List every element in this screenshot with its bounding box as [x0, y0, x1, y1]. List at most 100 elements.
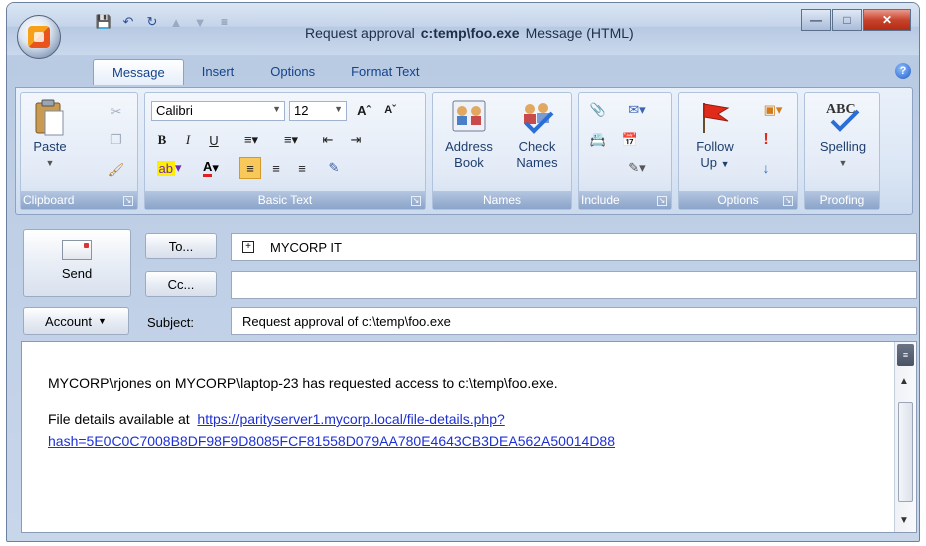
address-book-icon: [450, 99, 488, 135]
attach-file-icon[interactable]: 📎: [587, 99, 609, 121]
address-book-button[interactable]: Address Book: [437, 99, 501, 171]
details-link-part-2[interactable]: hash=5E0C0C7008B8DF98F9D8085FCF81558D079…: [48, 433, 615, 449]
tab-insert[interactable]: Insert: [184, 59, 253, 85]
to-button[interactable]: To...: [145, 233, 217, 259]
check-names-label-2: Names: [516, 155, 558, 170]
align-left-icon[interactable]: ≡: [239, 157, 261, 179]
options-group: Follow Up ▼ ▣▾ ! ↓ Options ↘: [678, 92, 798, 210]
title-prefix: Request approval: [305, 25, 415, 41]
categorize-icon[interactable]: ▣▾: [755, 99, 791, 121]
basic-text-launcher-icon[interactable]: ↘: [411, 196, 421, 206]
office-button[interactable]: [17, 15, 61, 59]
italic-icon[interactable]: I: [177, 129, 199, 151]
spelling-button[interactable]: ABC Spelling ▼: [809, 99, 877, 171]
quick-access-toolbar: 💾 ↶ ↻ ▲ ▼ ≡: [95, 11, 228, 33]
proofing-group-label: Proofing: [805, 191, 879, 209]
align-right-icon[interactable]: ≡: [291, 157, 313, 179]
high-importance-icon[interactable]: !: [755, 129, 777, 151]
send-button[interactable]: Send: [23, 229, 131, 297]
options-launcher-icon[interactable]: ↘: [783, 196, 793, 206]
include-launcher-icon[interactable]: ↘: [657, 196, 667, 206]
scroll-thumb[interactable]: [898, 402, 913, 502]
minimize-button[interactable]: —: [801, 9, 831, 31]
tab-format-text[interactable]: Format Text: [333, 59, 437, 85]
options-group-label: Options: [679, 191, 797, 209]
names-group-label: Names: [433, 191, 571, 209]
grow-font-icon[interactable]: Aˆ: [353, 99, 375, 121]
address-book-label-2: Book: [454, 155, 484, 170]
paste-button[interactable]: Paste ▼: [29, 99, 71, 171]
low-importance-icon[interactable]: ↓: [755, 157, 777, 179]
expand-group-icon[interactable]: +: [242, 241, 254, 253]
cc-field[interactable]: [231, 271, 917, 299]
maximize-button[interactable]: □: [832, 9, 862, 31]
clipboard-launcher-icon[interactable]: ↘: [123, 196, 133, 206]
cc-button[interactable]: Cc...: [145, 271, 217, 297]
ribbon-tabs: Message Insert Options Format Text: [93, 59, 437, 85]
spelling-label: Spelling: [819, 139, 867, 154]
save-icon[interactable]: 💾: [95, 13, 113, 31]
undo-icon[interactable]: ↶: [119, 13, 137, 31]
svg-text:ABC: ABC: [826, 102, 856, 117]
account-button[interactable]: Account ▼: [23, 307, 129, 335]
shrink-font-icon[interactable]: Aˇ: [379, 99, 401, 121]
ribbon: Paste ▼ ✂ ❐ 🖌 Clipboard ↘ Calibri ▼ 12 ▼ A…: [15, 87, 913, 215]
clipboard-group: Paste ▼ ✂ ❐ 🖌 Clipboard ↘: [20, 92, 138, 210]
details-label: File details available at: [48, 411, 190, 427]
body-details: File details available at https://parity…: [48, 408, 868, 452]
font-name-select[interactable]: Calibri ▼: [151, 101, 285, 121]
send-label: Send: [61, 266, 93, 281]
check-names-button[interactable]: Check Names: [505, 99, 569, 171]
follow-up-label-1: Follow: [696, 139, 734, 154]
redo-icon[interactable]: ↻: [143, 13, 161, 31]
vertical-scrollbar[interactable]: ≡ ▲ ▼: [894, 342, 916, 532]
next-item-icon[interactable]: ▼: [191, 13, 209, 31]
body-line-1: MYCORP\rjones on MYCORP\laptop-23 has re…: [48, 375, 558, 391]
bold-icon[interactable]: B: [151, 129, 173, 151]
details-link-part-1[interactable]: https://parityserver1.mycorp.local/file-…: [197, 411, 504, 427]
names-group: Address Book Check Names Names: [432, 92, 572, 210]
highlight-icon[interactable]: ab ▾: [151, 157, 187, 179]
numbering-icon[interactable]: ≡▾: [273, 129, 309, 151]
to-field[interactable]: + MYCORP IT: [231, 233, 917, 261]
align-center-icon[interactable]: ≡: [265, 157, 287, 179]
tab-options[interactable]: Options: [252, 59, 333, 85]
send-envelope-icon: [62, 240, 92, 260]
paste-label: Paste: [33, 139, 67, 154]
message-body-text: MYCORP\rjones on MYCORP\laptop-23 has re…: [48, 372, 868, 466]
outlook-message-window: 💾 ↶ ↻ ▲ ▼ ≡ Request approval c:temp\foo.…: [6, 2, 920, 542]
help-icon[interactable]: ?: [895, 63, 911, 79]
basic-text-group-label: Basic Text: [145, 191, 425, 209]
subject-field[interactable]: Request approval of c:\temp\foo.exe: [231, 307, 917, 335]
styles-icon[interactable]: ✎: [323, 157, 345, 179]
font-color-icon[interactable]: A ▾: [193, 157, 229, 179]
cut-icon[interactable]: ✂: [105, 101, 127, 123]
business-card-icon[interactable]: 📇: [587, 129, 609, 151]
follow-up-label-2: Up ▼: [700, 155, 730, 170]
message-body[interactable]: MYCORP\rjones on MYCORP\laptop-23 has re…: [21, 341, 917, 533]
format-painter-icon[interactable]: 🖌: [105, 159, 127, 181]
clipboard-group-label: Clipboard: [21, 191, 137, 209]
copy-icon[interactable]: ❐: [105, 129, 127, 151]
decrease-indent-icon[interactable]: ⇤: [317, 129, 339, 151]
bullets-icon[interactable]: ≡▾: [233, 129, 269, 151]
increase-indent-icon[interactable]: ⇥: [345, 129, 367, 151]
calendar-icon[interactable]: 📅: [619, 129, 641, 151]
underline-icon[interactable]: U: [203, 129, 225, 151]
signature-icon[interactable]: ✎▾: [619, 157, 655, 179]
ruler-toggle-icon[interactable]: ≡: [897, 344, 914, 366]
proofing-group: ABC Spelling ▼ Proofing: [804, 92, 880, 210]
scroll-down-icon[interactable]: ▼: [899, 515, 909, 526]
window-title: Request approval c:temp\foo.exe Message …: [305, 25, 634, 41]
flag-icon: [696, 99, 734, 135]
font-size-select[interactable]: 12 ▼: [289, 101, 347, 121]
close-button[interactable]: ✕: [863, 9, 911, 31]
follow-up-button[interactable]: Follow Up ▼: [683, 99, 747, 172]
attach-item-icon[interactable]: ✉▾: [619, 99, 655, 121]
customize-toolbar-icon[interactable]: ≡: [221, 15, 228, 29]
include-group: 📎 ✉▾ 📇 📅 ✎▾ Include ↘: [578, 92, 672, 210]
paste-icon: [31, 99, 69, 136]
previous-item-icon[interactable]: ▲: [167, 13, 185, 31]
scroll-up-icon[interactable]: ▲: [899, 376, 909, 387]
tab-message[interactable]: Message: [93, 59, 184, 85]
